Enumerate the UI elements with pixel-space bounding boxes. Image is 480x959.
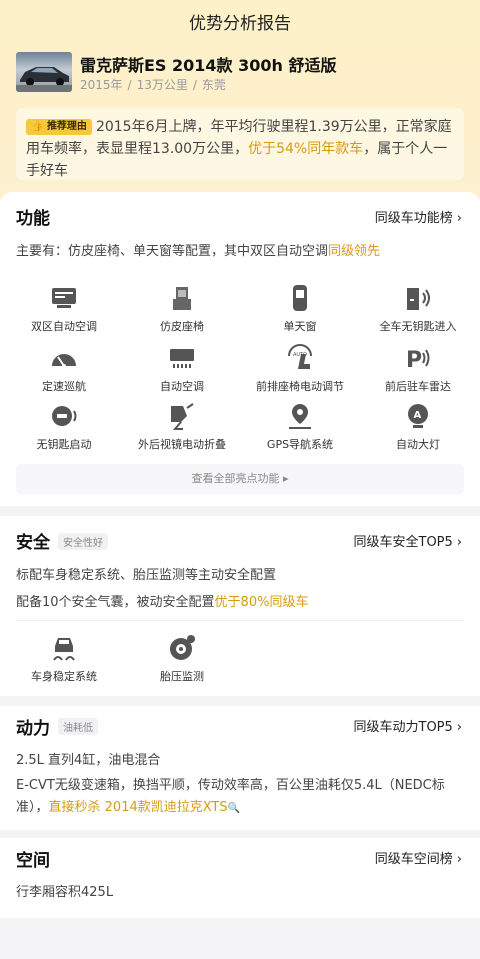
safety-title: 安全 bbox=[16, 533, 50, 553]
svg-text:P: P bbox=[406, 348, 422, 372]
mirror-fold-icon bbox=[171, 403, 194, 430]
feature-label: 前排座椅电动调节 bbox=[256, 380, 344, 393]
meta-separator: / bbox=[127, 78, 132, 92]
auto-ac-icon bbox=[170, 349, 194, 368]
features-summary-highlight: 同级领先 bbox=[328, 244, 381, 259]
power-line-1: 2.5L 直列4缸，油电混合 bbox=[16, 753, 161, 768]
chevron-right-icon: › bbox=[456, 535, 462, 550]
space-card: 空间 同级车空间榜 › 行李厢容积425L bbox=[0, 838, 480, 918]
auto-headlight-icon: A bbox=[408, 404, 428, 428]
keyless-start-icon bbox=[52, 406, 77, 426]
feature-label: 定速巡航 bbox=[42, 380, 86, 393]
feature-label: 全车无钥匙进入 bbox=[379, 320, 457, 333]
feature-auto-headlight[interactable]: A 自动大灯 bbox=[358, 402, 478, 452]
feature-label: 前后驻车雷达 bbox=[385, 380, 451, 393]
dual-zone-ac-icon bbox=[52, 288, 76, 308]
recommend-badge-label: 推荐理由 bbox=[46, 121, 87, 132]
page-title: 优势分析报告 bbox=[189, 13, 291, 34]
tire-pressure-icon bbox=[170, 635, 195, 660]
chevron-right-icon: › bbox=[456, 720, 462, 735]
view-all-features-button[interactable]: 查看全部亮点功能 ▸ bbox=[16, 464, 464, 494]
search-icon: 🔍 bbox=[227, 803, 241, 814]
feature-keyless-entry[interactable]: 全车无钥匙进入 bbox=[358, 284, 478, 334]
car-city: 东莞 bbox=[201, 78, 226, 92]
car-year: 2015年 bbox=[80, 78, 123, 92]
feature-label: 仿皮座椅 bbox=[160, 320, 204, 333]
safety-line-1: 标配车身稳定系统、胎压监测等主动安全配置 bbox=[16, 568, 277, 583]
safety-rank-link[interactable]: 同级车安全TOP5 › bbox=[354, 531, 463, 550]
space-title: 空间 bbox=[16, 851, 50, 871]
safety-card: 安全 安全性好 同级车安全TOP5 › 标配车身稳定系统、胎压监测等主动安全配置 … bbox=[0, 516, 480, 696]
divider bbox=[16, 620, 464, 621]
safety-tag: 安全性好 bbox=[58, 533, 108, 550]
space-rank-label: 同级车空间榜 bbox=[374, 852, 453, 867]
view-all-label: 查看全部亮点功能 bbox=[191, 472, 280, 485]
feature-leather-seat[interactable]: 仿皮座椅 bbox=[122, 284, 242, 334]
feature-label: 外后视镜电动折叠 bbox=[138, 438, 226, 451]
power-rank-label: 同级车动力TOP5 bbox=[353, 720, 453, 735]
cruise-control-icon bbox=[52, 354, 76, 368]
feature-label: 自动空调 bbox=[160, 380, 204, 393]
feature-mirror-fold[interactable]: 外后视镜电动折叠 bbox=[122, 402, 242, 452]
sunroof-icon bbox=[293, 285, 307, 311]
safety-line-2: 配备10个安全气囊，被动安全配置优于80%同级车 bbox=[16, 591, 308, 610]
safety-stability-control[interactable]: 车身稳定系统 bbox=[4, 634, 124, 684]
chevron-right-icon: › bbox=[456, 211, 462, 226]
power-tag: 油耗低 bbox=[58, 718, 98, 735]
power-card: 动力 油耗低 同级车动力TOP5 › 2.5L 直列4缸，油电混合 E-CVT无级… bbox=[0, 706, 480, 830]
power-rank-link[interactable]: 同级车动力TOP5 › bbox=[354, 716, 463, 735]
features-rank-label: 同级车功能榜 bbox=[374, 211, 453, 226]
safety-line-2-highlight: 优于80%同级车 bbox=[214, 595, 309, 610]
chevron-right-icon: › bbox=[456, 852, 462, 867]
parking-radar-icon: P bbox=[406, 348, 430, 372]
car-title: 雷克萨斯ES 2014款 300h 舒适版 bbox=[80, 56, 337, 75]
keyless-entry-icon bbox=[407, 288, 430, 310]
feature-keyless-start[interactable]: 无钥匙启动 bbox=[4, 402, 124, 452]
features-title: 功能 bbox=[16, 209, 50, 229]
space-rank-link[interactable]: 同级车空间榜 › bbox=[375, 848, 462, 867]
triangle-right-icon: ▸ bbox=[282, 472, 289, 485]
feature-label: 双区自动空调 bbox=[31, 320, 97, 333]
stability-control-icon bbox=[53, 638, 75, 661]
car-summary[interactable]: 雷克萨斯ES 2014款 300h 舒适版 2015年 / 13万公里 / 东莞 bbox=[16, 52, 464, 94]
recommend-badge: 👍 推荐理由 bbox=[26, 119, 92, 135]
safety-line-2-text: 配备10个安全气囊，被动安全配置 bbox=[16, 595, 215, 610]
feature-parking-radar[interactable]: P 前后驻车雷达 bbox=[358, 344, 478, 394]
feature-auto-ac[interactable]: 自动空调 bbox=[122, 344, 242, 394]
reason-highlight: 优于54%同年款车 bbox=[248, 141, 364, 157]
feature-cruise-control[interactable]: 定速巡航 bbox=[4, 344, 124, 394]
leather-seat-icon bbox=[173, 287, 191, 310]
car-mileage: 13万公里 bbox=[136, 78, 188, 92]
feature-label: GPS导航系统 bbox=[266, 438, 334, 451]
meta-separator: / bbox=[192, 78, 197, 92]
features-card: 功能 同级车功能榜 › 主要有：仿皮座椅、单天窗等配置，其中双区自动空调同级领先 … bbox=[0, 192, 480, 506]
safety-tire-pressure[interactable]: 胎压监测 bbox=[122, 634, 242, 684]
feature-gps[interactable]: GPS导航系统 bbox=[240, 402, 360, 452]
feature-label: 胎压监测 bbox=[160, 670, 204, 683]
feature-label: 无钥匙启动 bbox=[36, 438, 92, 451]
features-rank-link[interactable]: 同级车功能榜 › bbox=[375, 207, 462, 226]
car-thumbnail bbox=[16, 52, 72, 92]
svg-text:AUTO: AUTO bbox=[293, 352, 307, 358]
gps-icon bbox=[289, 404, 311, 429]
feature-label: 自动大灯 bbox=[396, 438, 440, 451]
svg-text:A: A bbox=[414, 410, 422, 421]
feature-power-seat[interactable]: AUTO 前排座椅电动调节 bbox=[240, 344, 360, 394]
feature-dual-zone-ac[interactable]: 双区自动空调 bbox=[4, 284, 124, 334]
space-line-1: 行李厢容积425L bbox=[16, 885, 114, 900]
car-meta: 2015年 / 13万公里 / 东莞 bbox=[80, 76, 226, 93]
power-seat-icon: AUTO bbox=[288, 344, 312, 369]
power-line-2: E-CVT无级变速箱，换挡平顺，传动效率高，百公里油耗仅5.4L（NEDC标准）… bbox=[16, 775, 464, 820]
power-title: 动力 bbox=[16, 719, 50, 739]
recommend-reason: 👍 推荐理由 2015年6月上牌，年平均行驶里程1.39万公里，正常家庭用车频率，… bbox=[16, 108, 464, 180]
feature-sunroof[interactable]: 单天窗 bbox=[240, 284, 360, 334]
safety-rank-label: 同级车安全TOP5 bbox=[353, 535, 453, 550]
feature-label: 单天窗 bbox=[283, 320, 317, 333]
feature-label: 车身稳定系统 bbox=[31, 670, 97, 683]
features-summary: 主要有：仿皮座椅、单天窗等配置，其中双区自动空调同级领先 bbox=[16, 240, 380, 259]
power-comparison-link[interactable]: 直接秒杀 2014款凯迪拉克XTS bbox=[49, 800, 228, 815]
features-summary-text: 主要有：仿皮座椅、单天窗等配置，其中双区自动空调 bbox=[16, 244, 329, 259]
